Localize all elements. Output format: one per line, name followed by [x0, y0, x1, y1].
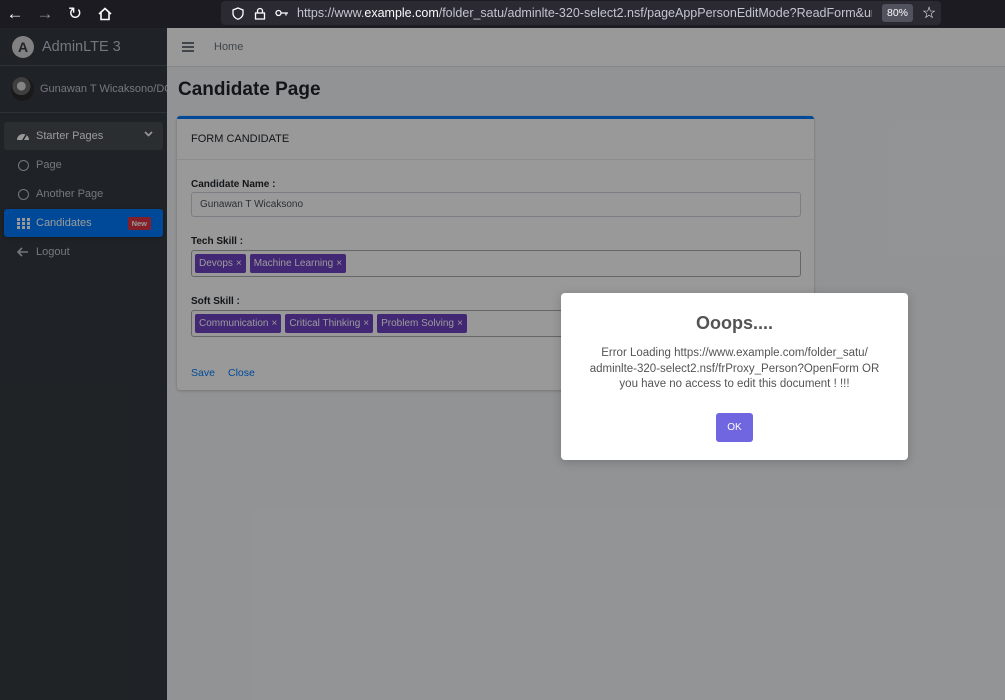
- reload-icon[interactable]: ↻: [60, 0, 90, 28]
- dialog-message: Error Loading https://www.example.com/fo…: [589, 347, 880, 390]
- dialog-title: Ooops....: [695, 313, 773, 333]
- url-text[interactable]: https://www.example.com/folder_satu/admi…: [297, 6, 872, 20]
- modal-backdrop-sidebar[interactable]: [0, 28, 167, 700]
- lock-icon[interactable]: [249, 7, 271, 20]
- ok-button[interactable]: OK: [716, 413, 753, 442]
- zoom-level-badge[interactable]: 80%: [882, 4, 914, 22]
- shield-icon[interactable]: [227, 6, 249, 20]
- address-bar[interactable]: https://www.example.com/folder_satu/admi…: [221, 1, 941, 25]
- key-icon[interactable]: [271, 8, 293, 18]
- bookmark-star-icon[interactable]: ☆: [918, 1, 940, 25]
- browser-toolbar: ← → ↻ https://www.example.com/folder_sat…: [0, 0, 1005, 28]
- home-icon[interactable]: [90, 0, 120, 28]
- forward-icon[interactable]: →: [30, 0, 60, 28]
- error-dialog: Ooops.... Error Loading https://www.exam…: [561, 293, 908, 460]
- back-icon[interactable]: ←: [0, 0, 30, 28]
